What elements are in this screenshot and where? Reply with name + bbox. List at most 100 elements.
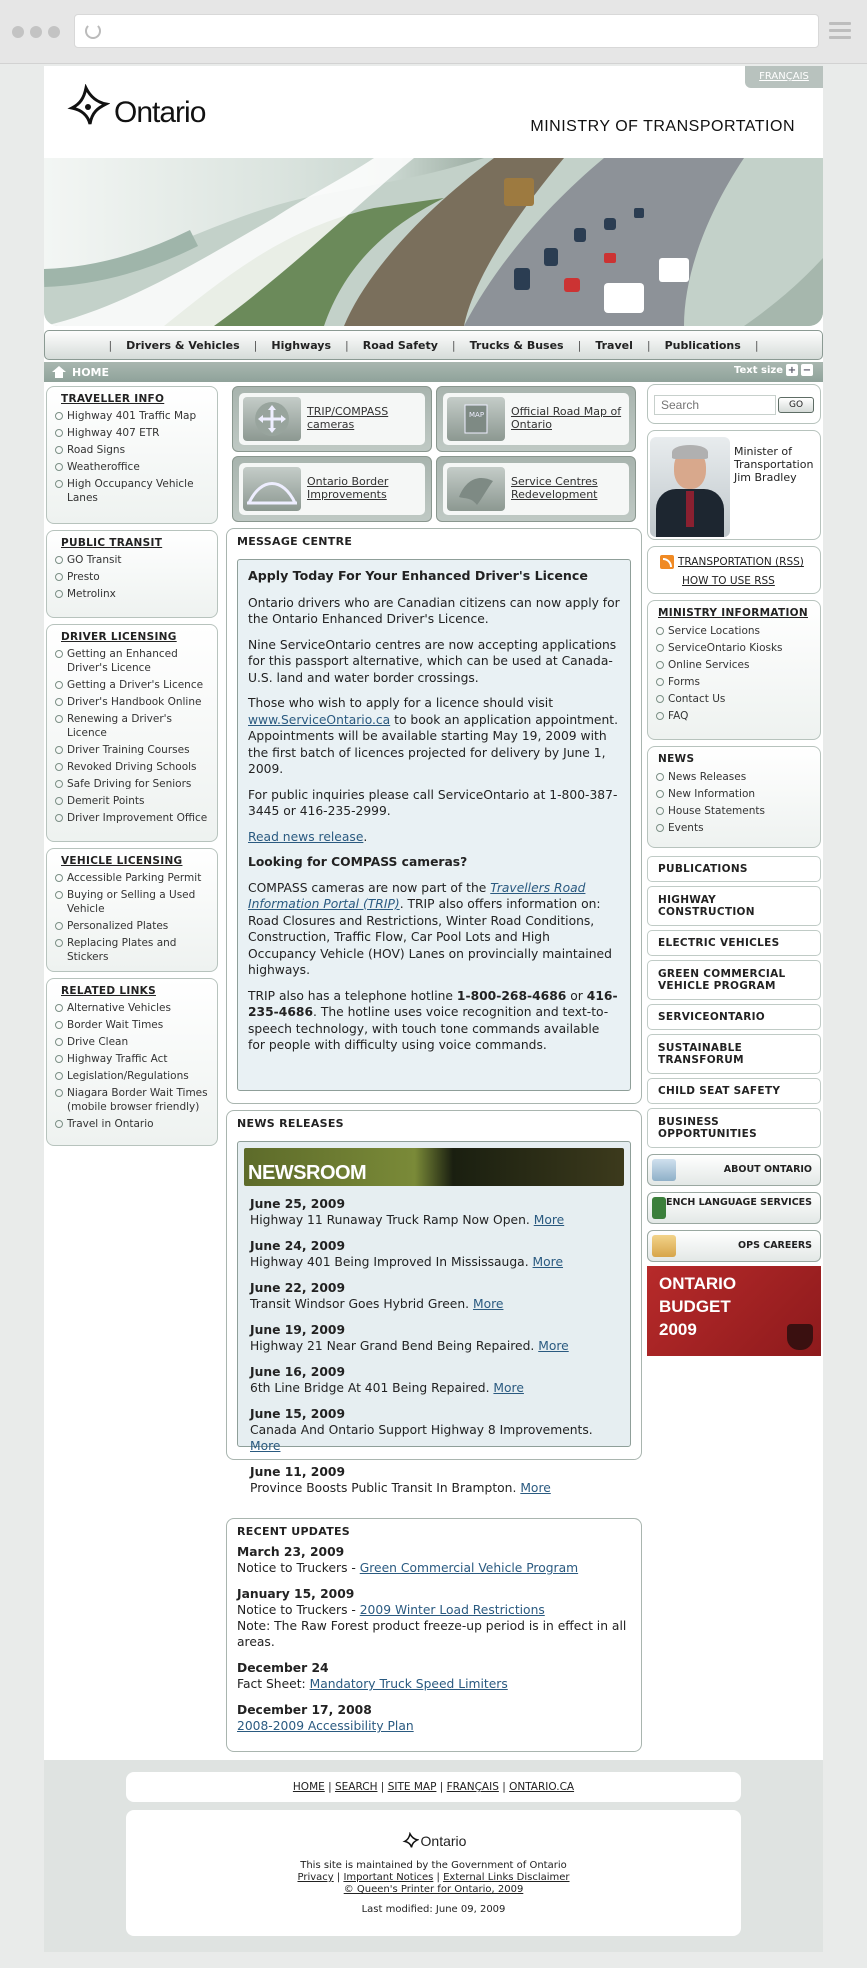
update-date: December 24 — [237, 1661, 329, 1675]
ops-careers-label: OPS CAREERS — [738, 1240, 812, 1251]
link-highway-traffic-act[interactable]: Highway Traffic Act — [53, 1052, 211, 1066]
link-border-wait[interactable]: Border Wait Times — [53, 1018, 211, 1032]
link-highway-407[interactable]: Highway 407 ETR — [53, 426, 211, 440]
link-house-statements[interactable]: House Statements — [654, 804, 814, 818]
link-hov-lanes[interactable]: High Occupancy Vehicle Lanes — [53, 477, 211, 505]
search-input[interactable] — [654, 395, 776, 415]
link-niagara-border[interactable]: Niagara Border Wait Times (mobile browse… — [53, 1086, 211, 1114]
link-sustainable-transforum[interactable]: SUSTAINABLE TRANSFORUM — [647, 1034, 821, 1074]
news-more-link[interactable]: More — [538, 1339, 568, 1353]
link-parking-permit[interactable]: Accessible Parking Permit — [53, 871, 211, 885]
link-events[interactable]: Events — [654, 821, 814, 835]
serviceontario-link[interactable]: www.ServiceOntario.ca — [248, 713, 390, 727]
traveller-info-title[interactable]: TRAVELLER INFO — [61, 393, 211, 405]
news-more-link[interactable]: More — [493, 1381, 523, 1395]
tile-service-centres[interactable]: Service Centres Redevelopment — [436, 456, 636, 522]
public-transit-title[interactable]: PUBLIC TRANSIT — [61, 537, 211, 549]
tile-road-map[interactable]: MAP Official Road Map of Ontario — [436, 386, 636, 452]
link-go-transit[interactable]: GO Transit — [53, 553, 211, 567]
link-revoked-schools[interactable]: Revoked Driving Schools — [53, 760, 211, 774]
how-to-use-rss-link[interactable]: HOW TO USE RSS — [682, 575, 775, 587]
link-road-signs[interactable]: Road Signs — [53, 443, 211, 457]
footer-search-link[interactable]: SEARCH — [335, 1781, 377, 1793]
update-link[interactable]: Mandatory Truck Speed Limiters — [310, 1677, 508, 1691]
reload-icon[interactable] — [85, 23, 101, 39]
external-links-disclaimer-link[interactable]: External Links Disclaimer — [443, 1872, 569, 1883]
driver-licensing-title[interactable]: DRIVER LICENSING — [61, 631, 211, 643]
link-business-opportunities[interactable]: BUSINESS OPPORTUNITIES — [647, 1108, 821, 1148]
link-serviceontario[interactable]: SERVICEONTARIO — [647, 1004, 821, 1030]
update-link[interactable]: Green Commercial Vehicle Program — [360, 1561, 578, 1575]
update-link[interactable]: 2008-2009 Accessibility Plan — [237, 1719, 414, 1733]
budget-line-2: BUDGET — [659, 1297, 731, 1316]
link-highway-401-map[interactable]: Highway 401 Traffic Map — [53, 409, 211, 423]
privacy-link[interactable]: Privacy — [297, 1872, 333, 1883]
ontario-budget-banner[interactable]: ONTARIO BUDGET 2009 — [647, 1266, 821, 1356]
link-getting-licence[interactable]: Getting a Driver's Licence — [53, 678, 211, 692]
news-more-link[interactable]: More — [250, 1439, 280, 1453]
link-enhanced-licence[interactable]: Getting an Enhanced Driver's Licence — [53, 647, 211, 675]
address-bar[interactable] — [74, 14, 819, 48]
hamburger-menu-icon[interactable] — [829, 22, 851, 43]
link-training[interactable]: Driver Training Courses — [53, 743, 211, 757]
traveller-info-box: TRAVELLER INFO Highway 401 Traffic Map H… — [46, 386, 218, 524]
link-service-locations[interactable]: Service Locations — [654, 624, 814, 638]
link-faq[interactable]: FAQ — [654, 709, 814, 723]
message-p1: Ontario drivers who are Canadian citizen… — [248, 595, 620, 627]
news-item: June 16, 2009 6th Line Bridge At 401 Bein… — [244, 1364, 624, 1396]
tile-trip-compass[interactable]: TRIP/COMPASS cameras — [232, 386, 432, 452]
link-contact-us[interactable]: Contact Us — [654, 692, 814, 706]
link-presto[interactable]: Presto — [53, 570, 211, 584]
tile-border-improvements[interactable]: Ontario Border Improvements — [232, 456, 432, 522]
link-improvement-office[interactable]: Driver Improvement Office — [53, 811, 211, 825]
link-publications[interactable]: PUBLICATIONS — [647, 856, 821, 882]
link-replacing-plates[interactable]: Replacing Plates and Stickers — [53, 936, 211, 964]
link-used-vehicle[interactable]: Buying or Selling a Used Vehicle — [53, 888, 211, 916]
ministry-info-title[interactable]: MINISTRY INFORMATION — [658, 607, 814, 619]
about-ontario-link[interactable]: ABOUT ONTARIO — [647, 1154, 821, 1186]
link-demerit[interactable]: Demerit Points — [53, 794, 211, 808]
footer-home-link[interactable]: HOME — [293, 1781, 325, 1793]
link-seniors[interactable]: Safe Driving for Seniors — [53, 777, 211, 791]
search-go-button[interactable]: GO — [778, 397, 814, 413]
link-renewing[interactable]: Renewing a Driver's Licence — [53, 712, 211, 740]
minister-name: Jim Bradley — [734, 471, 797, 484]
news-more-link[interactable]: More — [520, 1481, 550, 1495]
footer-sitemap-link[interactable]: SITE MAP — [388, 1781, 437, 1793]
news-more-link[interactable]: More — [533, 1255, 563, 1269]
news-releases-title: NEWS RELEASES — [237, 1117, 344, 1130]
important-notices-link[interactable]: Important Notices — [343, 1872, 433, 1883]
rss-link[interactable]: TRANSPORTATION (RSS) — [660, 555, 804, 569]
news-more-link[interactable]: More — [534, 1213, 564, 1227]
vehicle-licensing-title[interactable]: VEHICLE LICENSING — [61, 855, 211, 867]
news-more-link[interactable]: More — [473, 1297, 503, 1311]
link-drive-clean[interactable]: Drive Clean — [53, 1035, 211, 1049]
link-weatheroffice[interactable]: Weatheroffice — [53, 460, 211, 474]
french-language-link[interactable]: FRENCH LANGUAGE SERVICES — [647, 1192, 821, 1224]
recent-updates-title: RECENT UPDATES — [237, 1525, 351, 1538]
update-link[interactable]: 2009 Winter Load Restrictions — [360, 1603, 545, 1617]
read-news-release-link[interactable]: Read news release — [248, 830, 363, 844]
browser-chrome — [0, 0, 867, 64]
link-travel-ontario[interactable]: Travel in Ontario — [53, 1117, 211, 1131]
link-forms[interactable]: Forms — [654, 675, 814, 689]
link-personalized-plates[interactable]: Personalized Plates — [53, 919, 211, 933]
news-box: NEWS News Releases New Information House… — [647, 746, 821, 848]
link-child-seat-safety[interactable]: CHILD SEAT SAFETY — [647, 1078, 821, 1104]
ops-careers-link[interactable]: OPS CAREERS — [647, 1230, 821, 1262]
footer-ontario-ca-link[interactable]: ONTARIO.CA — [509, 1781, 574, 1793]
window-controls — [12, 26, 60, 38]
link-news-releases[interactable]: News Releases — [654, 770, 814, 784]
link-handbook[interactable]: Driver's Handbook Online — [53, 695, 211, 709]
link-online-services[interactable]: Online Services — [654, 658, 814, 672]
link-highway-construction[interactable]: HIGHWAY CONSTRUCTION — [647, 886, 821, 926]
link-alternative-vehicles[interactable]: Alternative Vehicles — [53, 1001, 211, 1015]
copyright-link[interactable]: © Queen's Printer for Ontario, 2009 — [344, 1884, 524, 1895]
link-metrolinx[interactable]: Metrolinx — [53, 587, 211, 601]
footer-francais-link[interactable]: FRANÇAIS — [447, 1781, 499, 1793]
link-green-commercial[interactable]: GREEN COMMERCIAL VEHICLE PROGRAM — [647, 960, 821, 1000]
link-electric-vehicles[interactable]: ELECTRIC VEHICLES — [647, 930, 821, 956]
link-kiosks[interactable]: ServiceOntario Kiosks — [654, 641, 814, 655]
link-new-information[interactable]: New Information — [654, 787, 814, 801]
link-legislation[interactable]: Legislation/Regulations — [53, 1069, 211, 1083]
